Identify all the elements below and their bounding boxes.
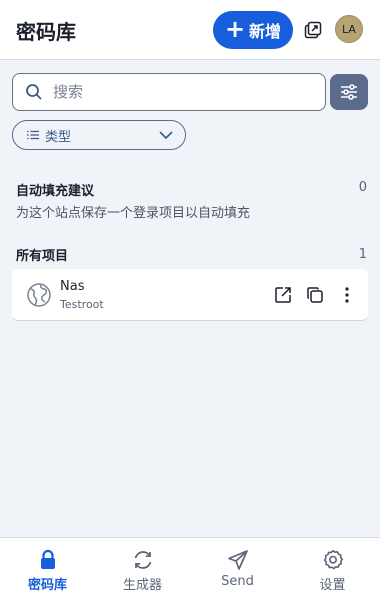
search-box xyxy=(12,73,326,111)
avatar[interactable]: LA xyxy=(335,15,363,43)
plus-icon: + xyxy=(224,15,246,43)
list-icon xyxy=(27,130,39,140)
type-filter-label: 类型 xyxy=(45,129,72,145)
nav-vault[interactable]: 密码库 xyxy=(0,538,95,600)
send-icon xyxy=(227,550,248,570)
bottom-nav: 密码库 生成器 Send 设置 xyxy=(0,537,380,600)
copy-icon[interactable] xyxy=(306,286,324,304)
list-item[interactable]: Nas Testroot xyxy=(12,269,368,321)
nav-generator[interactable]: 生成器 xyxy=(95,538,190,600)
nav-send-label: Send xyxy=(221,574,254,589)
gear-icon xyxy=(323,549,343,570)
nav-settings-label: 设置 xyxy=(319,578,346,593)
item-username: Testroot xyxy=(60,298,104,311)
filter-settings-button[interactable] xyxy=(330,74,368,110)
globe-icon xyxy=(27,283,51,307)
chevron-down-icon xyxy=(159,131,173,140)
add-new-button[interactable]: + 新增 xyxy=(213,11,293,49)
refresh-icon xyxy=(134,551,151,569)
nav-generator-label: 生成器 xyxy=(122,578,162,593)
item-name: Nas xyxy=(60,279,85,294)
nav-send[interactable]: Send xyxy=(190,538,285,600)
search-icon xyxy=(26,84,42,100)
launch-icon[interactable] xyxy=(274,286,292,304)
more-options-icon[interactable] xyxy=(338,286,356,304)
popout-icon[interactable] xyxy=(304,21,322,39)
header: 密码库 + 新增 LA xyxy=(0,0,380,60)
all-items-count: 1 xyxy=(358,247,367,262)
autofill-hint: 为这个站点保存一个登录项目以自动填充 xyxy=(16,206,251,221)
autofill-count: 0 xyxy=(358,180,367,195)
page-title: 密码库 xyxy=(16,20,76,44)
nav-vault-label: 密码库 xyxy=(27,578,67,593)
type-filter-select[interactable]: 类型 xyxy=(12,120,186,150)
nav-settings[interactable]: 设置 xyxy=(285,538,380,600)
search-input[interactable] xyxy=(53,83,293,101)
all-items-section-title: 所有项目 xyxy=(16,249,69,264)
sliders-icon xyxy=(341,84,357,100)
autofill-section-title: 自动填充建议 xyxy=(16,184,95,199)
lock-icon xyxy=(40,549,55,569)
add-new-label: 新增 xyxy=(249,22,282,41)
